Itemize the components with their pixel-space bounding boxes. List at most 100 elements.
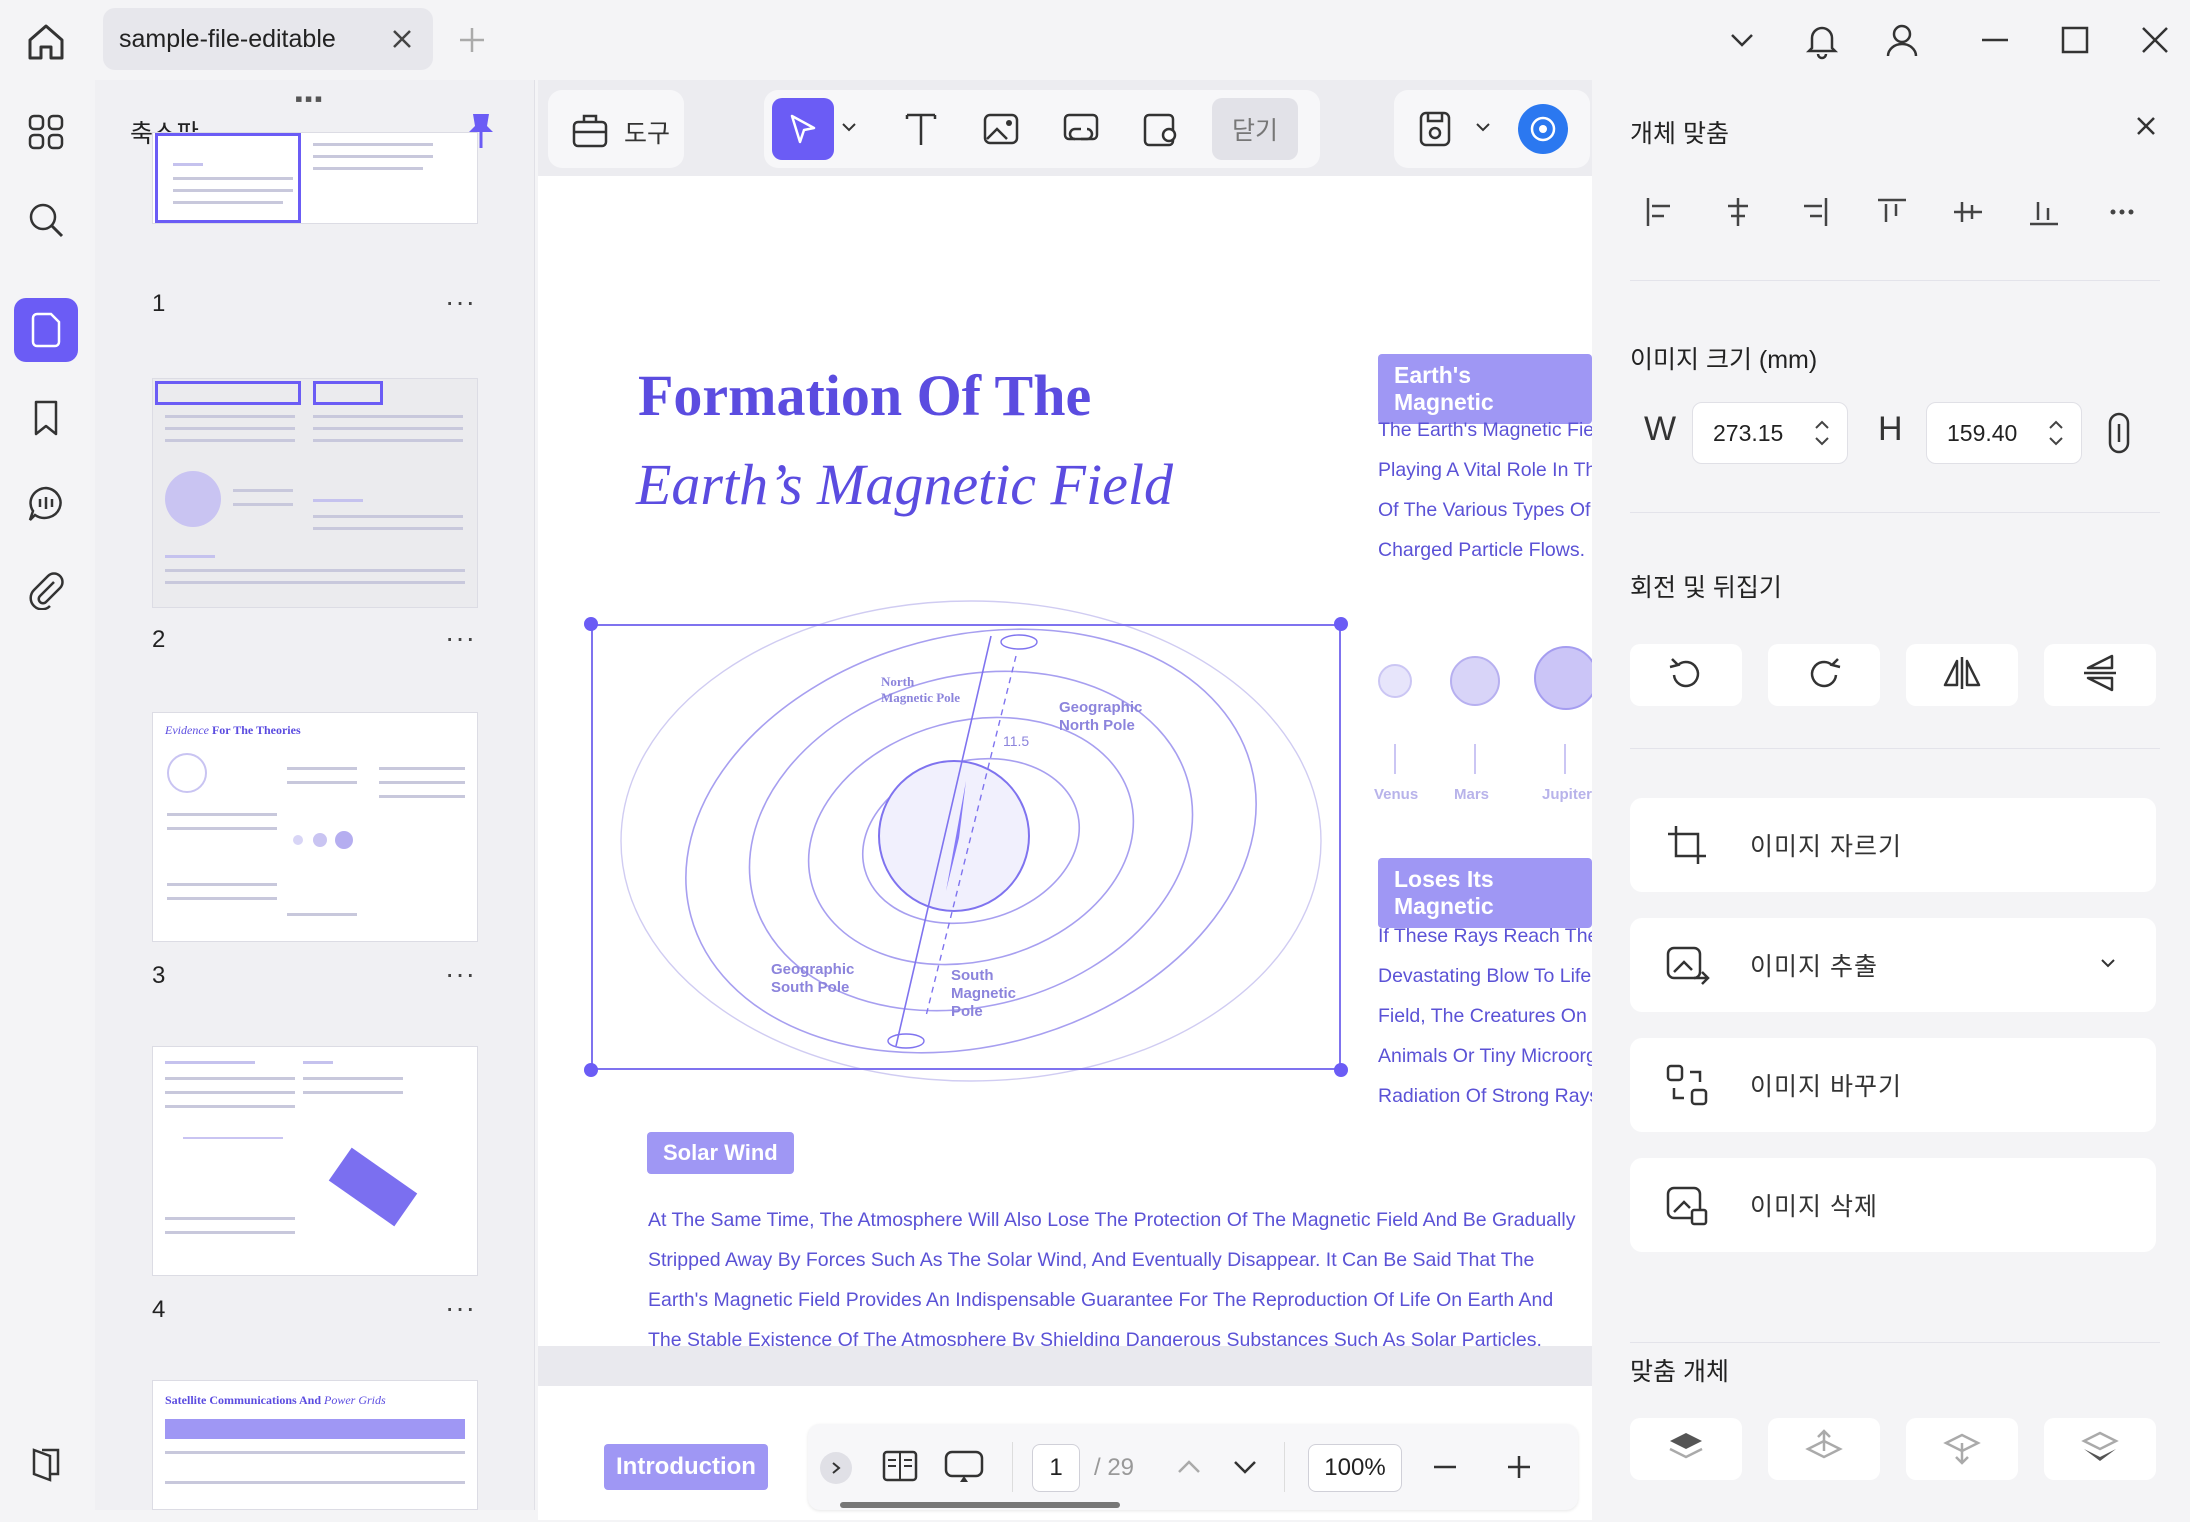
thumbnail-page-number: 1 bbox=[152, 290, 166, 317]
body-line: Of The Various Types Of bbox=[1378, 499, 1591, 521]
attachment-icon[interactable] bbox=[14, 558, 78, 622]
section2-body[interactable]: If These Rays Reach The Devastating Blow… bbox=[1378, 916, 1592, 1116]
thumbnails-icon[interactable] bbox=[14, 298, 78, 362]
chevron-down-icon[interactable] bbox=[1720, 18, 1764, 62]
align-left-icon[interactable] bbox=[1640, 192, 1680, 232]
image-selection-box[interactable] bbox=[591, 624, 1341, 1070]
zoom-in-icon[interactable] bbox=[1504, 1452, 1534, 1487]
page-thumbnail-5[interactable]: Satellite Communications And Power Grids bbox=[152, 1380, 478, 1510]
planet-label: Mars bbox=[1454, 786, 1490, 803]
align-bottom-icon[interactable] bbox=[2024, 192, 2064, 232]
flip-horizontal-button[interactable] bbox=[1906, 644, 2018, 706]
bell-icon[interactable] bbox=[1800, 18, 1844, 62]
comment-icon[interactable] bbox=[14, 472, 78, 536]
resize-handle[interactable] bbox=[584, 1063, 598, 1077]
doc-title-line2[interactable]: Earth’s Magnetic Field bbox=[636, 451, 1173, 518]
align-top-icon[interactable] bbox=[1872, 192, 1912, 232]
close-panel-icon[interactable] bbox=[2132, 112, 2160, 145]
link-tool-icon[interactable] bbox=[1050, 98, 1112, 160]
thumbnail-more-icon[interactable]: ··· bbox=[445, 1292, 476, 1324]
tools-label: 도구 bbox=[624, 120, 671, 148]
rotate-left-button[interactable] bbox=[1630, 644, 1742, 706]
thumbnail-page-number: 3 bbox=[152, 962, 166, 989]
location-tool-icon[interactable] bbox=[1130, 98, 1192, 160]
thumbnail-more-icon[interactable]: ··· bbox=[445, 286, 476, 318]
page-layout-icon[interactable] bbox=[880, 1446, 920, 1491]
page-thumbnail-4[interactable] bbox=[152, 1046, 478, 1276]
page-number-input[interactable]: 1 bbox=[1032, 1444, 1080, 1492]
resize-handle[interactable] bbox=[1334, 1063, 1348, 1077]
zoom-level-input[interactable]: 100% bbox=[1308, 1444, 1402, 1492]
minimize-icon[interactable] bbox=[1973, 18, 2017, 62]
thumbnail-more-icon[interactable]: ··· bbox=[445, 622, 476, 654]
close-tab-icon[interactable] bbox=[387, 24, 417, 54]
save-dropdown-icon[interactable] bbox=[1474, 118, 1492, 141]
resize-handle[interactable] bbox=[1334, 617, 1348, 631]
image-tool-icon[interactable] bbox=[970, 98, 1032, 160]
horizontal-scrollbar[interactable] bbox=[840, 1502, 1120, 1508]
text-tool-icon[interactable] bbox=[890, 98, 952, 160]
page-thumbnail-2[interactable] bbox=[152, 378, 478, 608]
save-icon[interactable] bbox=[1404, 98, 1466, 160]
replace-image-button[interactable]: 이미지 바꾸기 bbox=[1630, 1038, 2156, 1132]
flip-vertical-button[interactable] bbox=[2044, 644, 2156, 706]
properties-panel: 개체 맞춤 이미지 크기 (mm) W 273.15 H 159.40 회전 및… bbox=[1598, 80, 2190, 1522]
new-tab-icon[interactable] bbox=[457, 22, 487, 64]
planet-mars bbox=[1450, 656, 1500, 706]
introduction-heading[interactable]: Introduction bbox=[604, 1444, 768, 1490]
aspect-lock-icon[interactable] bbox=[2104, 410, 2134, 461]
delete-image-button[interactable]: 이미지 삭제 bbox=[1630, 1158, 2156, 1252]
maximize-icon[interactable] bbox=[2053, 18, 2097, 62]
close-edit-button[interactable]: 닫기 bbox=[1212, 98, 1298, 160]
expand-icon[interactable] bbox=[820, 1452, 852, 1484]
section1-body[interactable]: The Earth's Magnetic Fiel Playing A Vita… bbox=[1378, 410, 1592, 570]
body-line: Radiation Of Strong Rays bbox=[1378, 1085, 1592, 1107]
align-middle-icon[interactable] bbox=[1948, 192, 1988, 232]
size-title: 이미지 크기 (mm) bbox=[1630, 346, 1818, 374]
close-window-icon[interactable] bbox=[2133, 18, 2177, 62]
solar-wind-body[interactable]: At The Same Time, The Atmosphere Will Al… bbox=[648, 1200, 1575, 1346]
bookmark-icon[interactable] bbox=[14, 386, 78, 450]
document-canvas: Formation Of The Earth’s Magnetic Field … bbox=[538, 80, 1592, 1520]
tools-group[interactable]: 도구 bbox=[548, 90, 684, 168]
page-thumbnail-1[interactable] bbox=[152, 132, 478, 224]
select-tool-icon[interactable] bbox=[772, 98, 834, 160]
height-stepper-icon[interactable] bbox=[2041, 416, 2071, 450]
width-input[interactable]: 273.15 bbox=[1692, 402, 1848, 464]
previous-page-icon[interactable] bbox=[1174, 1452, 1204, 1487]
bring-to-front-button[interactable] bbox=[1630, 1418, 1742, 1480]
home-icon[interactable] bbox=[22, 18, 70, 66]
height-input[interactable]: 159.40 bbox=[1926, 402, 2082, 464]
send-to-back-button[interactable] bbox=[2044, 1418, 2156, 1480]
crop-image-button[interactable]: 이미지 자르기 bbox=[1630, 798, 2156, 892]
doc-title-line1[interactable]: Formation Of The bbox=[638, 362, 1091, 429]
bring-forward-button[interactable] bbox=[1768, 1418, 1880, 1480]
select-dropdown-icon[interactable] bbox=[840, 118, 858, 141]
solar-wind-heading[interactable]: Solar Wind bbox=[647, 1132, 794, 1174]
document-tab[interactable]: sample-file-editable bbox=[103, 8, 433, 70]
align-title: 개체 맞춤 bbox=[1630, 120, 1729, 148]
chevron-down-icon[interactable] bbox=[2098, 953, 2118, 978]
extract-image-button[interactable]: 이미지 추출 bbox=[1630, 918, 2156, 1012]
presentation-icon[interactable] bbox=[942, 1446, 986, 1491]
layers-icon[interactable] bbox=[14, 1432, 78, 1496]
align-right-icon[interactable] bbox=[1794, 192, 1834, 232]
zoom-out-icon[interactable] bbox=[1430, 1452, 1460, 1487]
thumbnail-heading: Satellite Communications And bbox=[165, 1393, 322, 1407]
resize-handle[interactable] bbox=[584, 617, 598, 631]
search-icon[interactable] bbox=[14, 188, 78, 252]
drag-handle[interactable]: ▪▪▪ bbox=[295, 86, 324, 112]
total-pages: / 29 bbox=[1094, 1454, 1135, 1481]
user-icon[interactable] bbox=[1880, 18, 1924, 62]
align-center-horizontal-icon[interactable] bbox=[1718, 192, 1758, 232]
thumbnail-more-icon[interactable]: ··· bbox=[445, 958, 476, 990]
page-thumbnail-3[interactable]: Evidence For The Theories bbox=[152, 712, 478, 942]
next-page-icon[interactable] bbox=[1230, 1452, 1260, 1487]
width-stepper-icon[interactable] bbox=[1807, 416, 1837, 450]
ai-assistant-icon[interactable] bbox=[1518, 104, 1568, 154]
rotate-right-button[interactable] bbox=[1768, 644, 1880, 706]
apps-grid-icon[interactable] bbox=[14, 100, 78, 164]
send-backward-button[interactable] bbox=[1906, 1418, 2018, 1480]
thumbnail-page-number: 2 bbox=[152, 626, 166, 653]
more-align-icon[interactable] bbox=[2102, 192, 2142, 232]
